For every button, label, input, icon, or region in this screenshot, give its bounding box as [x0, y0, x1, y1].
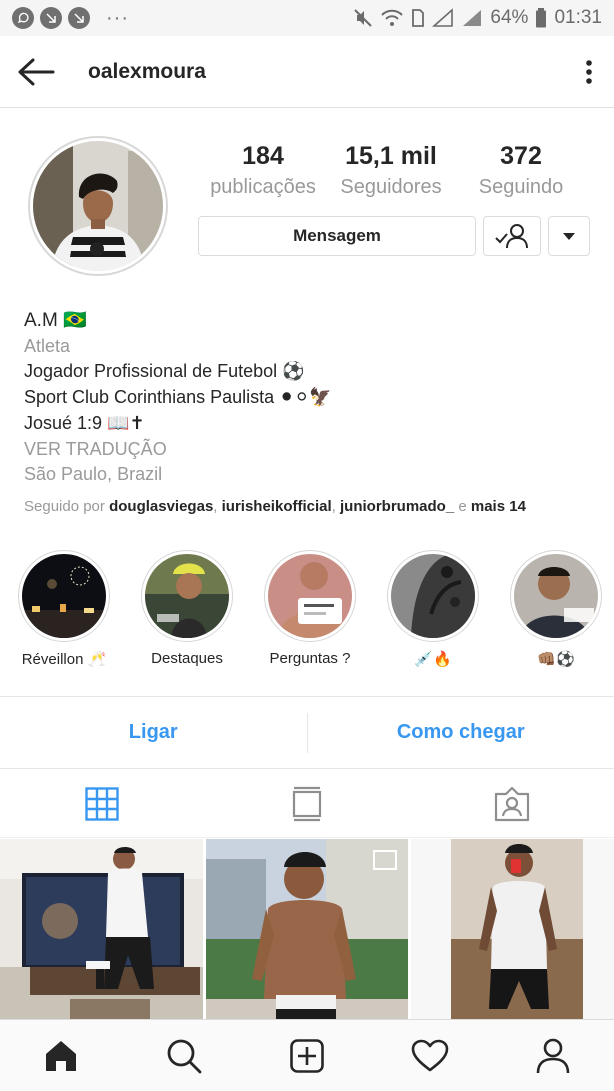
highlight-cover	[391, 554, 475, 638]
bio-line: Jogador Profissional de Futebol ⚽	[24, 361, 305, 382]
highlight-cover	[268, 554, 352, 638]
profile-action-buttons: Mensagem	[198, 216, 590, 256]
highlight-label: 👊🏽⚽	[537, 651, 575, 668]
highlight-label: Perguntas ?	[269, 650, 351, 667]
sim-icon	[411, 8, 425, 28]
highlight-cover	[514, 554, 598, 638]
suggestions-dropdown-button[interactable]	[548, 216, 590, 256]
more-vertical-icon	[586, 59, 592, 84]
profile-avatar[interactable]	[28, 136, 168, 276]
battery-percent: 64%	[490, 7, 529, 28]
nav-activity[interactable]	[368, 1020, 491, 1091]
followed-by-user[interactable]: juniorbrumado_	[340, 498, 454, 515]
status-bar: ··· 64% 01:31	[0, 0, 614, 36]
bottom-navigation	[0, 1019, 614, 1091]
contact-bar: Ligar Como chegar	[0, 696, 614, 769]
stat-label: Seguindo	[478, 176, 564, 198]
followed-by-and: e	[454, 497, 471, 515]
add-post-icon	[290, 1038, 324, 1073]
nav-new-post[interactable]	[246, 1020, 369, 1091]
stat-label: Seguidores	[340, 176, 442, 198]
followed-by-more[interactable]: mais 14	[471, 498, 526, 515]
tab-tagged[interactable]	[409, 770, 614, 837]
tab-grid[interactable]	[0, 770, 205, 837]
battery-icon	[535, 8, 547, 28]
home-icon	[46, 1040, 77, 1071]
nav-profile[interactable]	[491, 1020, 614, 1091]
location-link[interactable]: São Paulo, Brazil	[24, 462, 594, 488]
followers-count[interactable]: 15,1 mil Seguidores	[326, 140, 456, 202]
highlight-cover	[145, 554, 229, 638]
posts-count[interactable]: 184 publicações	[200, 140, 326, 202]
followed-by[interactable]: Seguido por douglasviegas, iurisheikoffi…	[24, 496, 594, 518]
missed-call-icon	[68, 7, 90, 29]
tagged-icon	[494, 786, 529, 821]
bio-line: Sport Club Corinthians Paulista ⚫⚪🦅	[24, 387, 332, 408]
instagram-profile-screen: ··· 64% 01:31 oalexmoura 184 publicações…	[0, 0, 614, 1091]
profile-icon	[536, 1038, 569, 1073]
following-button[interactable]	[483, 216, 541, 256]
followed-by-user[interactable]: douglasviegas	[109, 498, 213, 515]
display-name: A.M 🇧🇷	[24, 310, 87, 331]
highlight-tattoo[interactable]: 💉🔥	[378, 550, 488, 668]
following-count[interactable]: 372 Seguindo	[456, 140, 586, 202]
post-thumbnail[interactable]	[0, 839, 203, 1019]
directions-button[interactable]: Como chegar	[308, 697, 614, 768]
caret-down-icon	[563, 233, 575, 240]
profile-username: oalexmoura	[88, 59, 206, 83]
options-menu-button[interactable]	[564, 36, 614, 108]
highlight-destaques[interactable]: Destaques	[132, 550, 242, 667]
highlight-cover	[22, 554, 106, 638]
grid-icon	[85, 786, 120, 821]
back-button[interactable]	[0, 36, 72, 108]
stat-value: 15,1 mil	[345, 142, 437, 170]
message-button[interactable]: Mensagem	[198, 216, 476, 256]
followed-by-prefix: Seguido por	[24, 497, 110, 515]
highlight-label: Réveillon 🥂	[21, 651, 107, 668]
more-notifications: ···	[106, 6, 129, 29]
profile-stats: 184 publicações 15,1 mil Seguidores 372 …	[200, 140, 590, 202]
stat-label: publicações	[210, 176, 316, 198]
highlight-reveillon[interactable]: Réveillon 🥂	[9, 550, 119, 668]
heart-icon	[411, 1039, 449, 1071]
whatsapp-icon	[12, 7, 34, 29]
posts-grid	[0, 839, 614, 1019]
profile-bio: A.M 🇧🇷 Atleta Jogador Profissional de Fu…	[24, 308, 594, 518]
wifi-icon	[380, 8, 404, 28]
stat-value: 184	[242, 142, 284, 170]
mute-icon	[353, 8, 373, 28]
nav-home[interactable]	[0, 1020, 123, 1091]
bio-line: Josué 1:9 📖✝	[24, 412, 145, 433]
missed-call-icon	[40, 7, 62, 29]
signal-icon	[461, 8, 483, 28]
highlight-football[interactable]: 👊🏽⚽	[501, 550, 611, 668]
see-translation-link[interactable]: VER TRADUÇÃO	[24, 437, 594, 463]
profile-tabs	[0, 770, 614, 838]
arrow-left-icon	[18, 58, 55, 85]
signal-icon	[432, 8, 454, 28]
call-button[interactable]: Ligar	[0, 697, 307, 768]
avatar	[33, 141, 163, 271]
followed-by-user[interactable]: iurisheikofficial	[222, 498, 332, 515]
top-app-bar: oalexmoura	[0, 36, 614, 108]
stat-value: 372	[500, 142, 542, 170]
feed-icon	[292, 786, 322, 821]
highlight-label: 💉🔥	[414, 651, 452, 668]
post-thumbnail[interactable]	[205, 839, 409, 1019]
tab-feed[interactable]	[205, 770, 410, 837]
clock: 01:31	[554, 7, 602, 28]
highlight-perguntas[interactable]: Perguntas ?	[255, 550, 365, 667]
user-check-icon	[495, 224, 528, 249]
post-thumbnail[interactable]	[411, 839, 614, 1019]
highlight-label: Destaques	[151, 650, 223, 667]
nav-search[interactable]	[123, 1020, 246, 1091]
search-icon	[167, 1039, 202, 1073]
story-highlights: Réveillon 🥂 Destaques Perguntas ? 💉🔥 👊🏽⚽	[0, 550, 614, 675]
category-label: Atleta	[24, 335, 71, 356]
